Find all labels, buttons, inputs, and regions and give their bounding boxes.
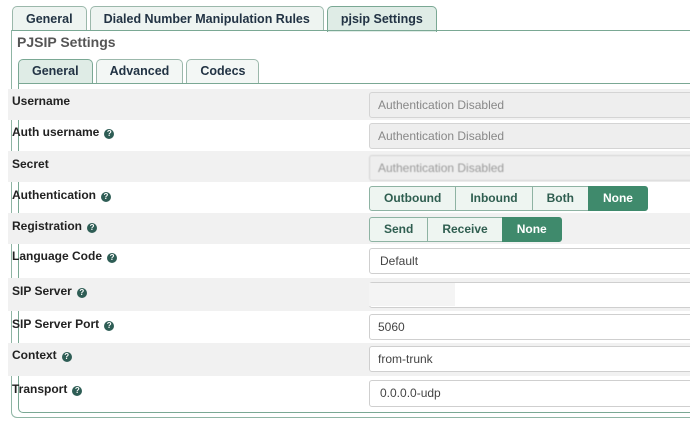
help-icon[interactable]: ?	[72, 386, 83, 396]
reg-send-button[interactable]: Send	[369, 217, 429, 242]
auth-both-button[interactable]: Both	[531, 186, 589, 211]
help-icon[interactable]: ?	[104, 129, 115, 139]
help-icon[interactable]: ?	[104, 321, 115, 331]
help-icon[interactable]: ?	[76, 288, 87, 298]
username-field: Authentication Disabled	[369, 92, 690, 118]
sip-server-port-input[interactable]: 5060	[369, 314, 690, 340]
authentication-toggle-group: Outbound Inbound Both None	[369, 186, 648, 211]
help-icon[interactable]: ?	[61, 352, 72, 362]
inner-tab-bar: General Advanced Codecs	[18, 59, 262, 84]
subtab-codecs[interactable]: Codecs	[186, 59, 260, 83]
language-code-label: Language Code?	[12, 249, 118, 263]
language-code-select[interactable]: Default	[369, 248, 690, 274]
auth-inbound-button[interactable]: Inbound	[455, 186, 533, 211]
registration-label: Registration?	[12, 219, 98, 233]
sip-server-redacted	[369, 283, 455, 306]
help-icon[interactable]: ?	[107, 253, 118, 263]
secret-label: Secret	[12, 157, 49, 171]
tab-general[interactable]: General	[12, 6, 87, 31]
panel-title: PJSIP Settings	[17, 34, 116, 50]
sip-server-port-label: SIP Server Port?	[12, 317, 115, 331]
reg-none-button[interactable]: None	[501, 217, 562, 242]
transport-select[interactable]: 0.0.0.0-udp	[369, 380, 690, 407]
registration-toggle-group: Send Receive None	[369, 217, 562, 242]
help-icon[interactable]: ?	[101, 192, 111, 202]
auth-username-field: Authentication Disabled	[369, 123, 690, 149]
auth-none-button[interactable]: None	[587, 186, 648, 211]
secret-field: Authentication Disabled	[369, 155, 690, 181]
transport-label: Transport?	[12, 382, 83, 396]
subtab-advanced[interactable]: Advanced	[95, 59, 184, 83]
context-input[interactable]: from-trunk	[369, 346, 690, 372]
auth-username-label: Auth username?	[12, 125, 115, 139]
help-icon[interactable]: ?	[87, 223, 98, 233]
authentication-label: Authentication?	[12, 188, 111, 202]
sip-server-label: SIP Server?	[12, 284, 87, 298]
username-label: Username	[12, 94, 71, 108]
reg-receive-button[interactable]: Receive	[427, 217, 503, 242]
tab-dialed-number-manipulation-rules[interactable]: Dialed Number Manipulation Rules	[89, 6, 324, 31]
context-label: Context?	[12, 348, 72, 362]
tab-pjsip-settings[interactable]: pjsip Settings	[326, 6, 437, 32]
auth-outbound-button[interactable]: Outbound	[369, 186, 457, 211]
top-tab-bar: General Dialed Number Manipulation Rules…	[12, 6, 440, 32]
subtab-general[interactable]: General	[18, 59, 93, 84]
row-registration: Registration?	[8, 213, 690, 244]
